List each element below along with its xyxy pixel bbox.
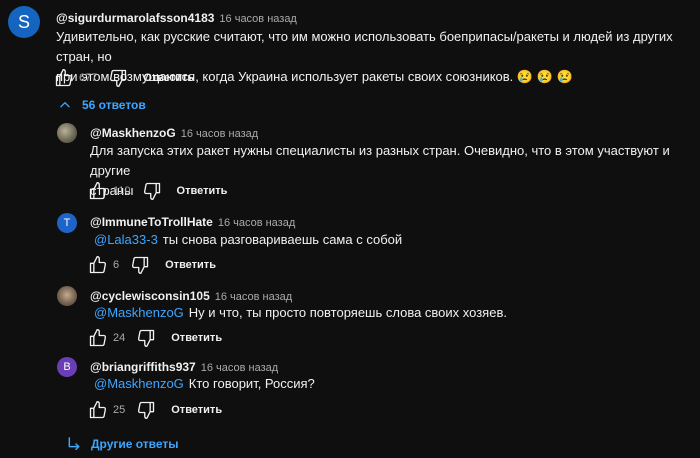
replies-toggle[interactable]: 56 ответов (58, 98, 146, 112)
reply-header: @ImmuneToTrollHate 16 часов назад (90, 213, 295, 231)
reply-time[interactable]: 16 часов назад (218, 217, 295, 229)
reply-message: Ну и что, ты просто повторяешь слова сво… (188, 305, 507, 320)
reply-button[interactable]: Ответить (177, 185, 228, 197)
thumbs-up-icon[interactable] (87, 180, 109, 202)
mention-link[interactable]: @MaskhenzoG (94, 305, 184, 320)
reply-author[interactable]: @ImmuneToTrollHate (90, 215, 213, 229)
more-replies-button[interactable]: Другие ответы (66, 436, 179, 452)
reply-button[interactable]: Ответить (171, 404, 222, 416)
reply-author[interactable]: @cyclewisconsin105 (90, 289, 210, 303)
return-arrow-icon (66, 436, 82, 452)
more-replies-label: Другие ответы (91, 437, 179, 451)
reply-author[interactable]: @briangriffiths937 (90, 360, 196, 374)
reply-text: @MaskhenzoG Ну и что, ты просто повторяеш… (94, 303, 684, 323)
avatar[interactable]: B (57, 357, 77, 377)
thumbs-down-icon[interactable] (135, 399, 157, 421)
comment-author[interactable]: @sigurdurmarolafsson4183 (56, 11, 214, 25)
comment-header: @sigurdurmarolafsson4183 16 часов назад (56, 9, 297, 27)
avatar[interactable]: S (8, 6, 40, 38)
thumbs-up-icon[interactable] (87, 399, 109, 421)
reply-time[interactable]: 16 часов назад (201, 362, 278, 374)
comment-time[interactable]: 16 часов назад (219, 13, 296, 25)
mention-link[interactable]: @Lala33-3 (94, 232, 158, 247)
thumbs-down-icon[interactable] (107, 67, 129, 89)
comment-text-line: Удивительно, как русские считают, что им… (56, 29, 673, 64)
reply-actions: 110 Ответить (87, 179, 227, 203)
like-count: 110 (113, 185, 131, 197)
reply-header: @MaskhenzoG 16 часов назад (90, 124, 258, 142)
reply-button[interactable]: Ответить (165, 259, 216, 271)
reply-message: ты снова разговариваешь сама с собой (162, 232, 403, 247)
reply-author[interactable]: @MaskhenzoG (90, 126, 176, 140)
reply-text: @Lala33-3 ты снова разговариваешь сама с … (94, 230, 684, 250)
chevron-up-icon (58, 98, 72, 112)
avatar[interactable]: T (57, 213, 77, 233)
thumbs-up-icon[interactable] (87, 254, 109, 276)
replies-toggle-label: 56 ответов (82, 98, 146, 112)
reply-actions: 6 Ответить (87, 253, 216, 277)
reply-button[interactable]: Ответить (171, 332, 222, 344)
thumbs-down-icon[interactable] (141, 180, 163, 202)
avatar[interactable] (57, 123, 77, 143)
thumbs-up-icon[interactable] (87, 327, 109, 349)
reply-actions: 24 Ответить (87, 326, 222, 350)
reply-text: @MaskhenzoG Кто говорит, Россия? (94, 374, 684, 394)
mention-link[interactable]: @MaskhenzoG (94, 376, 184, 391)
avatar[interactable] (57, 286, 77, 306)
reply-message: Кто говорит, Россия? (188, 376, 315, 391)
reply-time[interactable]: 16 часов назад (181, 128, 258, 140)
reply-actions: 25 Ответить (87, 398, 222, 422)
reply-time[interactable]: 16 часов назад (215, 291, 292, 303)
reply-text-line: Для запуска этих ракет нужны специалисты… (90, 143, 670, 178)
thumbs-down-icon[interactable] (135, 327, 157, 349)
like-count: 6 (113, 259, 120, 271)
comment-actions: 677 Ответить (53, 66, 194, 90)
like-count: 25 (113, 404, 126, 416)
reply-button[interactable]: Ответить (143, 72, 194, 84)
thumbs-down-icon[interactable] (129, 254, 151, 276)
like-count: 677 (79, 72, 98, 84)
like-count: 24 (113, 332, 126, 344)
thumbs-up-icon[interactable] (53, 67, 75, 89)
